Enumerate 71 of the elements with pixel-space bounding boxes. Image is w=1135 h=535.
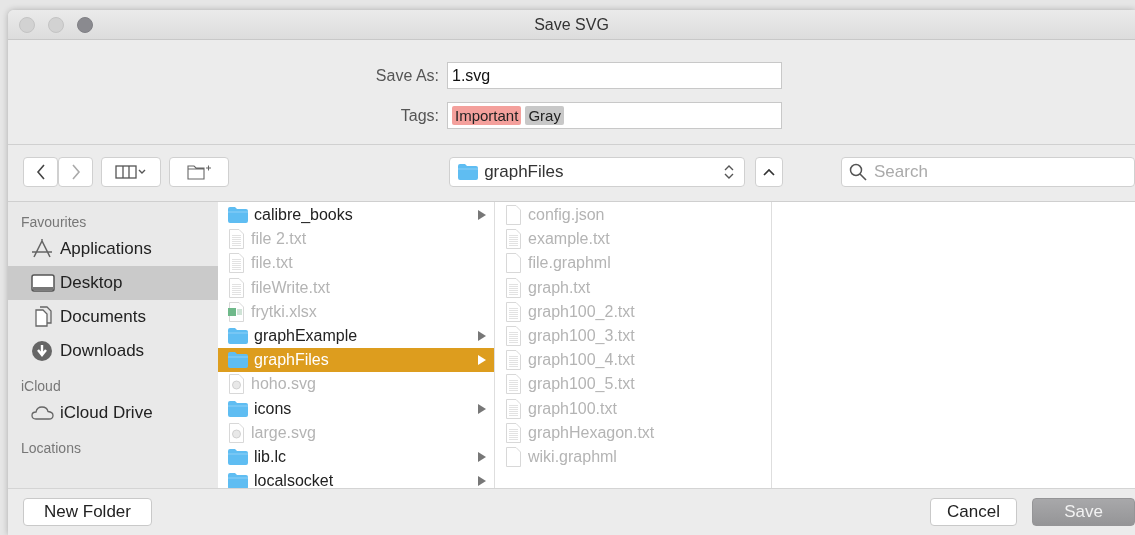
disclosure-icon bbox=[478, 403, 486, 414]
dialog-button[interactable]: Cancel bbox=[930, 498, 1017, 526]
stepper-icon bbox=[723, 164, 734, 180]
window-title: Save SVG bbox=[534, 15, 609, 34]
field-label: Save As: bbox=[374, 66, 439, 85]
chevron-right-icon bbox=[70, 164, 81, 180]
spreadsheet-file-icon bbox=[228, 301, 245, 322]
tag[interactable]: Important bbox=[452, 106, 522, 125]
chevron-up-icon bbox=[762, 168, 775, 176]
sidebar-item[interactable]: Applications bbox=[8, 232, 218, 266]
blank-file-icon bbox=[505, 446, 522, 467]
disclosure-icon bbox=[478, 210, 486, 221]
folder-icon bbox=[228, 206, 248, 225]
text-file-icon bbox=[505, 398, 522, 419]
sidebar-heading: Locations bbox=[20, 440, 82, 457]
dialog-button[interactable]: Save bbox=[1032, 498, 1135, 526]
chevron-left-icon bbox=[35, 164, 46, 180]
back-button[interactable] bbox=[23, 157, 58, 187]
folder-icon bbox=[228, 447, 248, 466]
blank-file-icon bbox=[505, 253, 522, 274]
file-row[interactable]: lib.lc bbox=[218, 444, 494, 470]
view-mode-button[interactable] bbox=[101, 157, 162, 187]
sidebar-item[interactable]: Desktop bbox=[8, 266, 218, 300]
folder-icon bbox=[228, 351, 248, 370]
apps-icon bbox=[31, 238, 55, 260]
folder-icon bbox=[228, 327, 248, 346]
desktop-icon bbox=[31, 272, 55, 294]
file-row[interactable]: localsocket bbox=[218, 469, 494, 488]
dialog-button[interactable]: New Folder bbox=[23, 498, 152, 526]
file-row[interactable]: calibre_books bbox=[218, 203, 494, 228]
text-file-icon bbox=[505, 374, 522, 395]
disclosure-icon bbox=[478, 331, 486, 342]
blank-file-icon bbox=[505, 205, 522, 226]
tags-field[interactable]: Important Gray bbox=[447, 102, 782, 129]
text-file-icon bbox=[228, 277, 245, 298]
text-file-icon bbox=[228, 229, 245, 250]
text-file-icon bbox=[505, 277, 522, 298]
columns-icon bbox=[115, 165, 148, 179]
folder-icon bbox=[458, 163, 479, 181]
sidebar-heading: Favourites bbox=[20, 214, 88, 231]
file-row[interactable]: graphExample bbox=[218, 323, 494, 349]
sidebar-item[interactable]: Documents bbox=[8, 300, 218, 334]
download-icon bbox=[31, 340, 55, 362]
sidebar-heading: iCloud bbox=[20, 378, 62, 395]
filename-field[interactable]: 1.svg bbox=[447, 62, 782, 89]
disclosure-icon bbox=[478, 476, 486, 487]
search-field[interactable]: Search bbox=[841, 157, 1135, 187]
image-file-icon bbox=[228, 422, 245, 443]
disclosure-icon bbox=[478, 451, 486, 462]
tag[interactable]: Gray bbox=[525, 106, 564, 125]
sidebar-item[interactable]: iCloud Drive bbox=[8, 396, 218, 430]
text-file-icon bbox=[505, 301, 522, 322]
text-file-icon bbox=[505, 422, 522, 443]
text-file-icon bbox=[505, 350, 522, 371]
disclosure-icon bbox=[478, 355, 486, 366]
file-row[interactable]: graphFiles bbox=[218, 348, 494, 373]
text-file-icon bbox=[228, 253, 245, 274]
up-button[interactable] bbox=[754, 157, 783, 187]
file-row[interactable]: icons bbox=[218, 396, 494, 421]
folder-icon bbox=[228, 472, 248, 488]
folder-icon bbox=[228, 399, 248, 418]
image-file-icon bbox=[228, 374, 245, 395]
search-icon bbox=[849, 163, 867, 181]
field-label: Tags: bbox=[399, 106, 439, 125]
text-file-icon bbox=[505, 326, 522, 347]
sidebar-item[interactable]: Downloads bbox=[8, 334, 218, 368]
folder-plus-icon bbox=[186, 164, 211, 180]
zoom-button[interactable] bbox=[77, 16, 93, 33]
text-file-icon bbox=[505, 229, 522, 250]
new-folder-button[interactable] bbox=[169, 157, 229, 187]
location-popup[interactable]: graphFiles bbox=[449, 157, 745, 187]
